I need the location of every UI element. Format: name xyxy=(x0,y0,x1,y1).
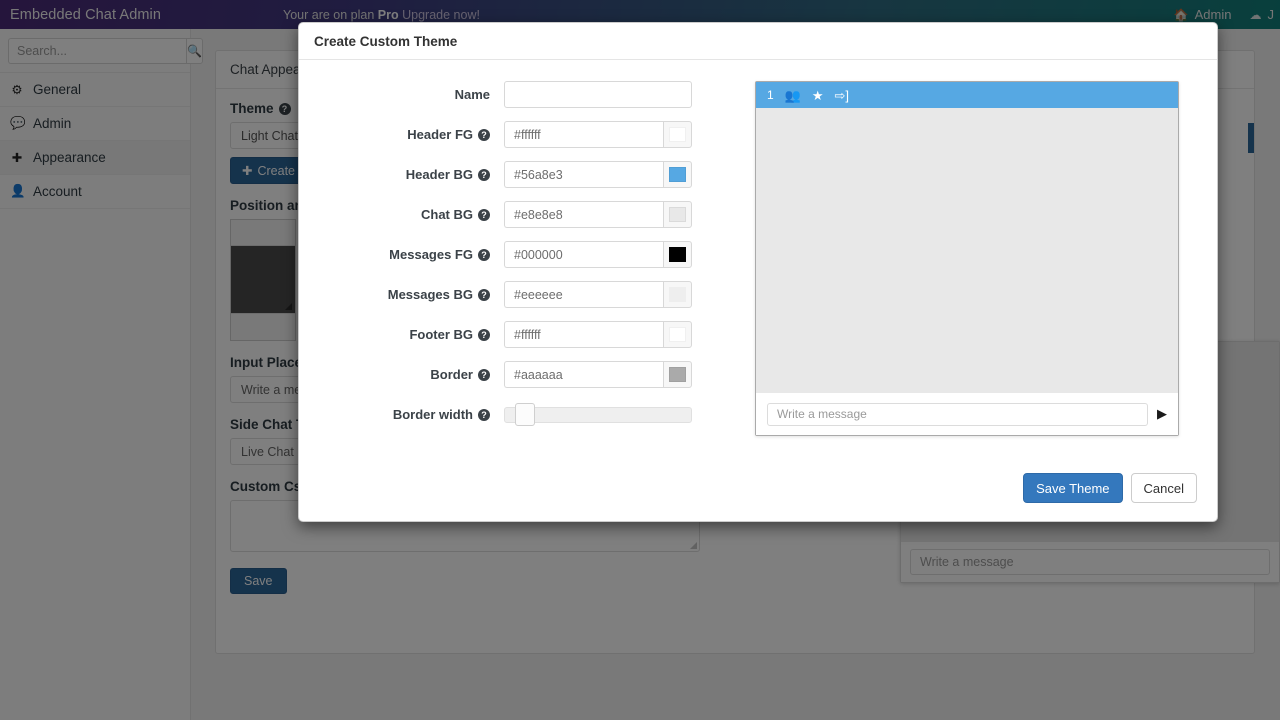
field-label-text: Footer BG xyxy=(409,327,473,342)
users-icon[interactable]: 👥 xyxy=(785,89,801,102)
field-chat-bg: Chat BG ? xyxy=(319,201,719,228)
header-fg-input[interactable] xyxy=(504,121,663,148)
preview-message-input[interactable]: Write a message xyxy=(767,403,1148,426)
help-icon[interactable]: ? xyxy=(478,249,490,261)
field-label-text: Chat BG xyxy=(421,207,473,222)
preview-messages-area xyxy=(756,108,1178,393)
field-label: Messages BG ? xyxy=(319,287,504,302)
footer-bg-swatch-button[interactable] xyxy=(663,321,692,348)
modal-body: Name Header FG ? Hea xyxy=(299,60,1217,473)
color-swatch xyxy=(669,367,686,382)
field-control xyxy=(504,361,692,388)
help-icon[interactable]: ? xyxy=(478,289,490,301)
field-label: Header BG ? xyxy=(319,167,504,182)
modal-header: Create Custom Theme xyxy=(299,23,1217,60)
color-swatch xyxy=(669,327,686,342)
create-custom-theme-modal: Create Custom Theme Name Header FG ? xyxy=(298,22,1218,522)
modal-title: Create Custom Theme xyxy=(314,34,457,49)
field-label-text: Messages FG xyxy=(389,247,473,262)
messages-fg-input[interactable] xyxy=(504,241,663,268)
field-control xyxy=(504,161,692,188)
field-control xyxy=(504,121,692,148)
field-control xyxy=(504,81,692,108)
border-width-slider[interactable] xyxy=(504,401,692,428)
field-control xyxy=(504,281,692,308)
modal-footer: Save Theme Cancel xyxy=(299,473,1217,521)
theme-preview-column: 1 👥 ★ ⇨] Write a message ▶ xyxy=(719,81,1197,473)
field-label: Header FG ? xyxy=(319,127,504,142)
field-label: Footer BG ? xyxy=(319,327,504,342)
field-control xyxy=(504,321,692,348)
preview-input-placeholder: Write a message xyxy=(777,407,867,421)
field-messages-bg: Messages BG ? xyxy=(319,281,719,308)
help-icon[interactable]: ? xyxy=(478,129,490,141)
chat-preview: 1 👥 ★ ⇨] Write a message ▶ xyxy=(755,81,1179,436)
field-footer-bg: Footer BG ? xyxy=(319,321,719,348)
color-swatch xyxy=(669,247,686,262)
help-icon[interactable]: ? xyxy=(478,209,490,221)
preview-header: 1 👥 ★ ⇨] xyxy=(756,82,1178,108)
field-label: Chat BG ? xyxy=(319,207,504,222)
color-swatch xyxy=(669,127,686,142)
header-fg-swatch-button[interactable] xyxy=(663,121,692,148)
field-name: Name xyxy=(319,81,719,108)
field-label: Border width ? xyxy=(319,407,504,422)
chat-bg-input[interactable] xyxy=(504,201,663,228)
field-label-text: Border xyxy=(430,367,473,382)
star-icon[interactable]: ★ xyxy=(812,89,824,102)
sign-out-icon[interactable]: ⇨] xyxy=(835,89,850,102)
border-input[interactable] xyxy=(504,361,663,388)
slider-handle[interactable] xyxy=(515,403,535,426)
footer-bg-input[interactable] xyxy=(504,321,663,348)
field-messages-fg: Messages FG ? xyxy=(319,241,719,268)
field-label-text: Header BG xyxy=(406,167,473,182)
header-bg-swatch-button[interactable] xyxy=(663,161,692,188)
name-input[interactable] xyxy=(504,81,692,108)
send-triangle-icon[interactable]: ▶ xyxy=(1157,406,1167,422)
preview-footer: Write a message ▶ xyxy=(756,393,1178,435)
field-border: Border ? xyxy=(319,361,719,388)
color-swatch xyxy=(669,287,686,302)
color-swatch xyxy=(669,207,686,222)
chat-bg-swatch-button[interactable] xyxy=(663,201,692,228)
save-theme-button[interactable]: Save Theme xyxy=(1023,473,1122,503)
field-header-bg: Header BG ? xyxy=(319,161,719,188)
field-label: Name xyxy=(319,87,504,102)
messages-bg-input[interactable] xyxy=(504,281,663,308)
field-border-width: Border width ? xyxy=(319,401,719,428)
help-icon[interactable]: ? xyxy=(478,329,490,341)
header-bg-input[interactable] xyxy=(504,161,663,188)
preview-user-count: 1 xyxy=(767,88,774,102)
theme-form: Name Header FG ? Hea xyxy=(319,81,719,473)
color-swatch xyxy=(669,167,686,182)
field-label-text: Messages BG xyxy=(388,287,473,302)
field-label-text: Header FG xyxy=(407,127,473,142)
messages-bg-swatch-button[interactable] xyxy=(663,281,692,308)
field-label: Border ? xyxy=(319,367,504,382)
field-control xyxy=(504,201,692,228)
help-icon[interactable]: ? xyxy=(478,169,490,181)
help-icon[interactable]: ? xyxy=(478,409,490,421)
help-icon[interactable]: ? xyxy=(478,369,490,381)
field-control xyxy=(504,241,692,268)
field-label-text: Border width xyxy=(393,407,473,422)
field-header-fg: Header FG ? xyxy=(319,121,719,148)
messages-fg-swatch-button[interactable] xyxy=(663,241,692,268)
border-swatch-button[interactable] xyxy=(663,361,692,388)
field-label: Messages FG ? xyxy=(319,247,504,262)
cancel-button[interactable]: Cancel xyxy=(1131,473,1197,503)
